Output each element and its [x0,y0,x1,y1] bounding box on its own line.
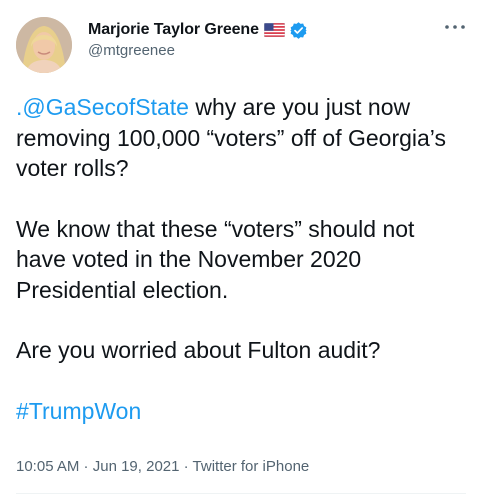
tweet-metadata: 10:05 AM · Jun 19, 2021 · Twitter for iP… [16,458,309,475]
tweet-time[interactable]: 10:05 AM [16,458,79,475]
profile-photo-icon [16,17,72,73]
tweet-paragraph-1: .@GaSecofState why are you just now remo… [16,92,466,184]
meta-separator: · [79,458,93,475]
display-name[interactable]: Marjorie Taylor Greene [88,21,259,39]
author-block: Marjorie Taylor Greene @mtgreenee [88,19,308,59]
verified-badge-icon [290,21,307,39]
avatar[interactable] [16,17,72,73]
us-flag-icon [263,23,285,37]
divider [16,493,466,494]
more-options-icon[interactable] [444,22,466,32]
tweet-card: Marjorie Taylor Greene @mtgreenee .@GaSe [0,0,482,500]
meta-separator: · [179,458,193,475]
tweet-date[interactable]: Jun 19, 2021 [93,458,180,475]
tweet-source[interactable]: Twitter for iPhone [193,458,310,475]
user-handle[interactable]: @mtgreenee [88,42,308,59]
tweet-text: .@GaSecofState why are you just now remo… [16,92,466,456]
tweet-paragraph-3: Are you worried about Fulton audit? [16,337,381,363]
tweet-paragraph-2: We know that these “voters” should not h… [16,215,415,303]
tweet-paragraph-4: #TrumpWon [16,396,466,427]
name-row: Marjorie Taylor Greene [88,19,308,41]
mention-link[interactable]: .@GaSecofState [16,94,189,120]
hashtag-link[interactable]: #TrumpWon [16,398,141,424]
